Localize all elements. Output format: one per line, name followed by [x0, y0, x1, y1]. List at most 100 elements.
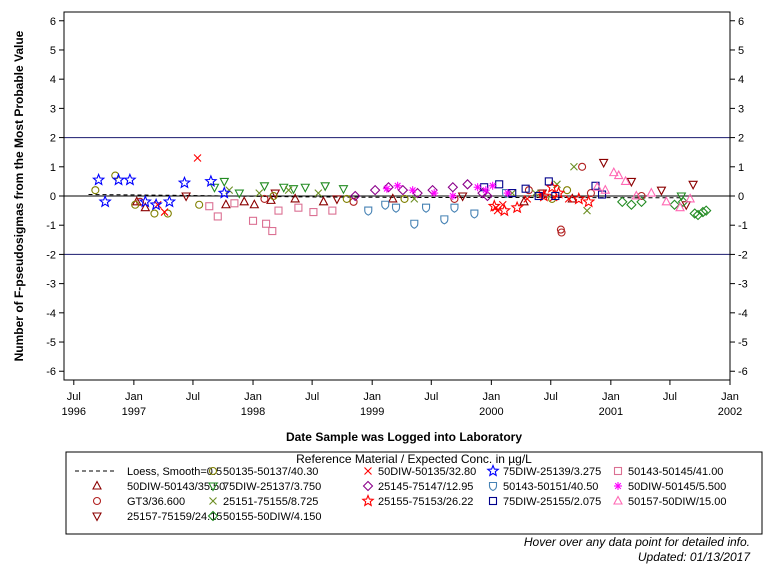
- legend-entries: Loess, Smooth=0.5 50135-50137/40.30 50DIW-…: [75, 463, 726, 523]
- data-point[interactable]: [274, 206, 283, 215]
- legend-title: Reference Material / Expected Conc. in µ…: [296, 452, 532, 466]
- y-tick-label-right: 6: [738, 16, 744, 28]
- data-point[interactable]: [503, 189, 512, 198]
- data-point[interactable]: [111, 172, 126, 186]
- data-point[interactable]: [447, 181, 459, 193]
- data-point[interactable]: [581, 194, 596, 208]
- data-point[interactable]: [462, 179, 473, 190]
- data-point[interactable]: [369, 184, 381, 196]
- x-tick-label: Jul: [186, 391, 200, 403]
- data-point[interactable]: [481, 186, 490, 195]
- data-point[interactable]: [457, 192, 468, 202]
- legend-entry: 25155-75153/26.22: [361, 493, 473, 508]
- x-tick-label: Jan: [482, 391, 500, 403]
- data-point[interactable]: [92, 172, 106, 186]
- data-point[interactable]: [195, 200, 204, 209]
- data-point-shape: [578, 162, 587, 171]
- data-point[interactable]: [688, 180, 699, 190]
- data-point[interactable]: [259, 182, 270, 192]
- data-point[interactable]: [318, 196, 329, 206]
- data-point[interactable]: [225, 186, 234, 195]
- legend-entry: 75DIW-25155/2.075: [488, 496, 601, 508]
- data-point[interactable]: [616, 196, 628, 208]
- data-point[interactable]: [248, 216, 258, 225]
- legend-label: 50DIW-50145/5.500: [628, 481, 726, 493]
- data-point[interactable]: [320, 182, 331, 192]
- data-point[interactable]: [578, 162, 587, 171]
- x-tick-year-label: 2001: [599, 406, 623, 418]
- data-point-shape: [219, 177, 230, 188]
- legend-entry: Loess, Smooth=0.5: [75, 466, 222, 478]
- y-tick-label-right: -1: [738, 220, 748, 232]
- x-tick-year-label: 1998: [241, 406, 265, 418]
- data-point-shape: [581, 194, 596, 208]
- legend-marker: [488, 496, 498, 506]
- data-point-shape: [195, 200, 204, 209]
- data-point[interactable]: [364, 206, 373, 216]
- legend-entry: 50DIW-50143/35.50: [92, 480, 225, 493]
- data-point[interactable]: [221, 199, 231, 209]
- data-point[interactable]: [205, 202, 214, 211]
- y-tick-label-right: 0: [738, 191, 744, 203]
- data-point[interactable]: [284, 186, 293, 195]
- data-point[interactable]: [470, 209, 479, 219]
- x-axis-label: Date Sample was Logged into Laboratory: [286, 430, 522, 444]
- data-point[interactable]: [123, 172, 137, 186]
- data-point[interactable]: [393, 181, 402, 190]
- data-points[interactable]: [91, 154, 712, 237]
- data-point[interactable]: [381, 200, 390, 210]
- data-point[interactable]: [598, 158, 609, 169]
- data-point[interactable]: [294, 203, 303, 212]
- legend-label: GT3/36.600: [127, 496, 185, 508]
- data-point[interactable]: [430, 189, 439, 198]
- data-point[interactable]: [149, 197, 163, 211]
- data-point[interactable]: [382, 184, 391, 193]
- y-tick-label-right: -4: [738, 308, 748, 320]
- data-point[interactable]: [262, 219, 271, 228]
- data-point[interactable]: [440, 215, 449, 225]
- data-point[interactable]: [397, 184, 409, 196]
- data-point[interactable]: [213, 212, 222, 221]
- data-point[interactable]: [239, 196, 250, 206]
- data-point[interactable]: [661, 196, 672, 206]
- data-point[interactable]: [450, 203, 459, 213]
- data-point[interactable]: [219, 177, 230, 188]
- reference-lines: [64, 137, 730, 255]
- data-point[interactable]: [91, 186, 100, 195]
- y-tick-label-left: 6: [50, 16, 56, 28]
- legend-entry: 75DIW-25137/3.750: [208, 481, 321, 493]
- data-point[interactable]: [626, 199, 637, 211]
- data-point[interactable]: [309, 208, 318, 217]
- data-point[interactable]: [583, 206, 591, 215]
- data-point[interactable]: [422, 203, 431, 213]
- data-point[interactable]: [391, 203, 401, 213]
- data-point[interactable]: [177, 175, 192, 189]
- data-point[interactable]: [408, 186, 417, 195]
- data-point[interactable]: [646, 187, 657, 197]
- updated-note: Updated: 01/13/2017: [637, 550, 750, 564]
- data-point[interactable]: [656, 186, 667, 196]
- data-point[interactable]: [563, 186, 572, 195]
- data-point[interactable]: [162, 194, 177, 208]
- data-point[interactable]: [98, 194, 112, 208]
- data-point-shape: [320, 182, 331, 192]
- data-point[interactable]: [193, 154, 202, 162]
- data-point[interactable]: [328, 206, 337, 215]
- data-point[interactable]: [553, 180, 561, 189]
- data-point[interactable]: [488, 181, 497, 190]
- data-point[interactable]: [249, 199, 260, 209]
- data-point[interactable]: [300, 183, 311, 193]
- data-point[interactable]: [150, 209, 159, 218]
- x-tick-label: Jan: [125, 391, 143, 403]
- data-point[interactable]: [230, 199, 239, 208]
- data-point[interactable]: [338, 185, 349, 195]
- legend-marker: [613, 495, 623, 505]
- data-point[interactable]: [268, 226, 277, 236]
- data-point[interactable]: [410, 219, 419, 229]
- data-point[interactable]: [570, 162, 578, 171]
- data-point-shape: [248, 216, 258, 225]
- data-point[interactable]: [448, 192, 457, 200]
- data-point[interactable]: [181, 192, 192, 202]
- data-point[interactable]: [473, 183, 482, 192]
- data-point[interactable]: [495, 180, 504, 189]
